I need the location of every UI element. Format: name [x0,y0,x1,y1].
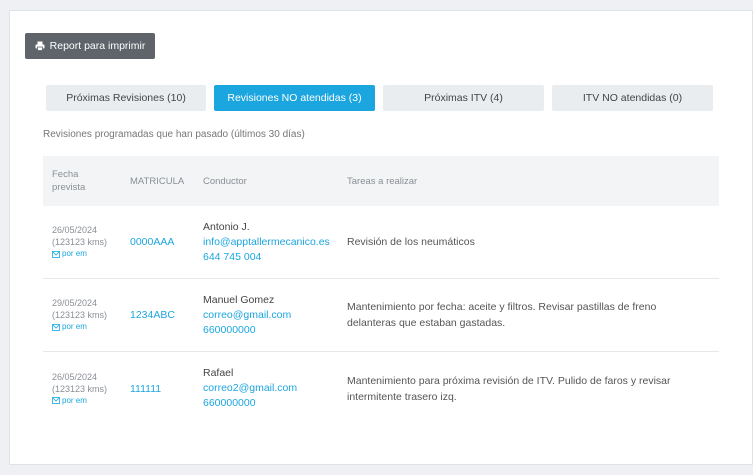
task-text: Mantenimiento para próxima revisión de I… [347,374,671,403]
driver-phone-link[interactable]: 660000000 [203,323,339,338]
tab-revisiones-no-atendidas[interactable]: Revisiones NO atendidas (3) [214,85,375,111]
tasks-cell: Mantenimiento por fecha: aceite y filtro… [339,279,719,351]
driver-phone-link[interactable]: 660000000 [203,396,339,411]
date-cell: 26/05/2024 (123123 kms) por em [43,352,122,425]
tab-itv-no-atendidas[interactable]: ITV NO atendidas (0) [552,85,713,111]
revisions-table: Fecha prevista MATRICULA Conductor Tarea… [43,156,719,425]
driver-name: Manuel Gomez [203,293,275,306]
plate-link[interactable]: 1234ABC [130,309,195,321]
table-row: 26/05/2024 (123123 kms) por em 111111 Ra… [43,352,719,425]
date-cell: 29/05/2024 (123123 kms) por em [43,279,122,351]
driver-phone-link[interactable]: 644 745 004 [203,250,339,265]
plate-cell: 111111 [122,352,195,425]
revisions-panel: Report para imprimir Próximas Revisiones… [9,10,753,465]
envelope-icon [52,397,60,404]
send-email-label: por em [62,395,87,405]
driver-email-link[interactable]: correo@gmail.com [203,308,339,323]
date-cell: 26/05/2024 (123123 kms) por em [43,206,122,278]
task-text: Mantenimiento por fecha: aceite y filtro… [347,301,657,329]
kilometers: (123123 kms) [52,237,108,247]
send-email-label: por em [62,322,87,331]
tab-proximas-revisiones[interactable]: Próximas Revisiones (10) [46,85,206,111]
send-email-label: por em [62,249,87,258]
table-row: 26/05/2024 (123123 kms) por em 0000AAA A… [43,206,719,279]
send-email-link[interactable]: por em [52,321,122,333]
plate-cell: 1234ABC [122,279,195,351]
header-plate: MATRICULA [130,175,185,187]
driver-cell: Rafael correo2@gmail.com 660000000 [195,352,339,425]
scheduled-date: 26/05/2024 [52,225,98,235]
kilometers: (123123 kms) [52,383,108,394]
header-tasks: Tareas a realizar [347,175,418,187]
envelope-icon [52,250,60,258]
driver-email-link[interactable]: info@apptallermecanico.es [203,235,339,250]
driver-name: Antonio J. [203,220,250,233]
task-text: Revisión de los neumáticos [347,236,475,248]
print-report-label: Report para imprimir [49,40,146,52]
section-subtitle: Revisiones programadas que han pasado (ú… [43,129,305,140]
header-date-line1: Fecha [52,169,79,180]
header-date-line2: prevista [52,182,86,193]
table-header: Fecha prevista MATRICULA Conductor Tarea… [43,156,719,206]
header-date: Fecha prevista [43,156,122,206]
send-email-link[interactable]: por em [52,395,122,407]
plate-link[interactable]: 111111 [130,383,195,395]
plate-link[interactable]: 0000AAA [130,236,195,248]
driver-email-link[interactable]: correo2@gmail.com [203,381,339,396]
tab-proximas-itv[interactable]: Próximas ITV (4) [383,85,544,111]
driver-cell: Manuel Gomez correo@gmail.com 660000000 [195,279,339,351]
scheduled-date: 26/05/2024 [52,371,98,382]
driver-name: Rafael [203,367,234,379]
driver-cell: Antonio J. info@apptallermecanico.es 644… [195,206,339,278]
header-driver: Conductor [203,175,247,187]
envelope-icon [52,323,60,331]
scheduled-date: 29/05/2024 [52,298,98,308]
plate-cell: 0000AAA [122,206,195,278]
tab-bar: Próximas Revisiones (10) Revisiones NO a… [46,85,713,111]
kilometers: (123123 kms) [52,310,108,320]
tasks-cell: Mantenimiento para próxima revisión de I… [339,352,719,425]
table-row: 29/05/2024 (123123 kms) por em 1234ABC M… [43,279,719,352]
printer-icon [35,41,45,51]
tasks-cell: Revisión de los neumáticos [339,206,719,278]
print-report-button[interactable]: Report para imprimir [25,33,155,59]
send-email-link[interactable]: por em [52,248,122,260]
